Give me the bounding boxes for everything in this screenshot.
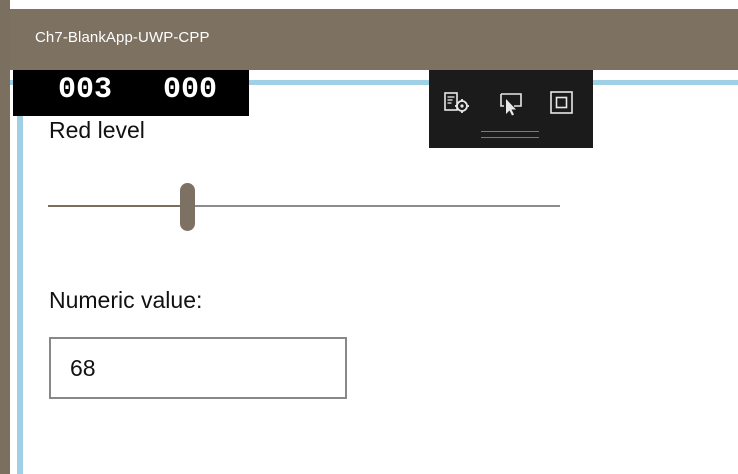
toolbar-grip[interactable] [481, 131, 539, 138]
window-title: Ch7-BlankApp-UWP-CPP [35, 29, 210, 46]
numeric-value-label: Numeric value: [49, 287, 203, 313]
frame-rate-counter: 003 000 [13, 70, 249, 116]
slider-thumb[interactable] [180, 183, 195, 231]
xaml-debug-toolbar [429, 70, 593, 148]
frame-counter-left: 003 [58, 73, 113, 107]
app-window: Ch7-BlankApp-UWP-CPP 003 000 Red level N… [0, 0, 738, 474]
select-element-icon[interactable] [495, 86, 527, 118]
frame-counter-right: 000 [163, 73, 218, 107]
live-visual-tree-icon[interactable] [441, 86, 473, 118]
focus-highlight-left [17, 80, 23, 474]
red-level-slider[interactable] [48, 183, 560, 231]
display-layout-adorners-icon[interactable] [546, 86, 578, 118]
numeric-value-input[interactable] [49, 337, 347, 399]
slider-track-remaining [193, 205, 560, 207]
title-bar[interactable]: Ch7-BlankApp-UWP-CPP [10, 9, 738, 70]
red-level-label: Red level [49, 117, 145, 143]
window-left-border [0, 0, 10, 474]
slider-track-filled [48, 205, 184, 207]
